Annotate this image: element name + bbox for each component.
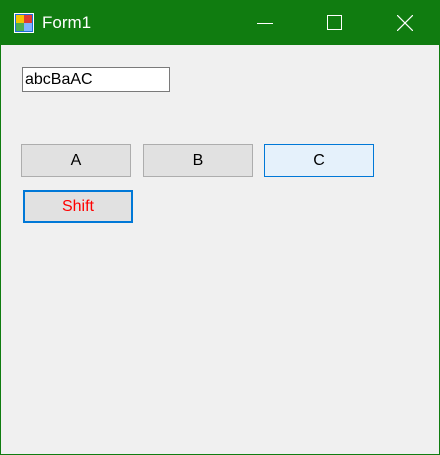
- button-b-label: B: [192, 151, 204, 169]
- title-bar[interactable]: Form1: [1, 1, 439, 45]
- app-icon: [13, 12, 35, 34]
- close-button[interactable]: [370, 1, 440, 45]
- button-b[interactable]: B: [143, 144, 253, 177]
- maximize-button[interactable]: [300, 1, 370, 45]
- shift-button-label: Shift: [61, 197, 94, 215]
- button-a-label: A: [70, 151, 82, 169]
- shift-button[interactable]: Shift: [23, 190, 133, 223]
- text-input[interactable]: abcBaAC: [22, 67, 170, 92]
- button-c-label: C: [313, 151, 325, 169]
- form-window: Form1 abcBaAC A B C Shift: [0, 0, 440, 455]
- window-title: Form1: [42, 13, 92, 32]
- minimize-button[interactable]: [230, 1, 300, 45]
- button-c[interactable]: C: [264, 144, 374, 177]
- button-a[interactable]: A: [21, 144, 131, 177]
